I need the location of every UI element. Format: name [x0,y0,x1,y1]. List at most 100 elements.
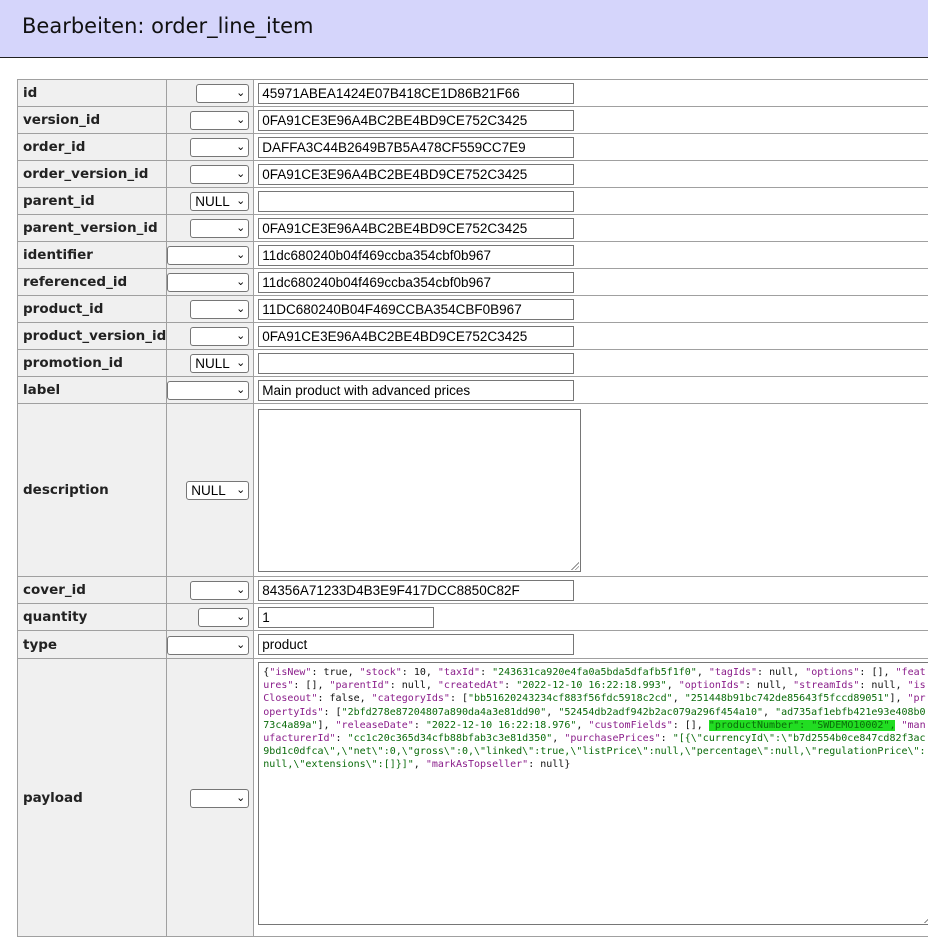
payload-token: : [], [672,719,709,731]
field-name: product_id [18,296,168,323]
field-name: type [18,631,168,659]
payload-token: : [504,680,517,692]
function-select[interactable]: NULL ⌄ [186,481,250,500]
type-input[interactable]: product [258,634,575,655]
promotion-id-input[interactable] [258,352,575,374]
function-select[interactable]: ⌄ [167,273,250,292]
order-version-id-input[interactable]: 0FA91CE3E96A4BC2BE4BD9CE752C3425 [258,163,575,185]
function-select[interactable]: ⌄ [196,84,250,103]
description-textarea[interactable] [258,408,582,572]
field-row-cover-id: cover_id ⌄ 84356A71233D4B3E9F417DCC8850C… [18,577,928,604]
edit-form-table: id ⌄ 45971ABEA1424E07B418CE1D86B21F66 ve… [17,79,928,937]
payload-token: "243631ca920e4fa0a5bda5dfafb5f1f0" [492,667,697,678]
order-id-input[interactable]: DAFFA3C44B2649B7B5A478CF559CC7E9 [258,136,575,158]
quantity-input[interactable]: 1 [258,606,435,628]
field-row-quantity: quantity ⌄ 1 [18,604,928,631]
chevron-down-icon: ⌄ [236,195,246,207]
function-select[interactable]: ⌄ [167,635,250,655]
field-name: referenced_id [18,269,168,296]
chevron-down-icon: ⌄ [236,384,246,396]
payload-token: : null, [389,680,438,692]
payload-token: "251448b91bc742de85643f5fccd89051" [684,693,890,705]
page-header: Bearbeiten: order_line_item [0,0,928,58]
referenced-id-input[interactable]: 11dc680240b04f469ccba354cbf0b967 [258,271,575,293]
payload-token: "releaseDate" [335,719,414,731]
function-select[interactable]: ⌄ [190,788,250,808]
chevron-down-icon: ⌄ [236,249,246,261]
payload-textarea[interactable]: {"isNew": true, "stock": 10, "taxId": "2… [258,662,928,925]
payload-token: "purchasePrices" [564,733,661,745]
field-name: identifier [18,242,168,269]
payload-token: : [480,667,493,678]
function-select[interactable]: ⌄ [190,111,250,130]
function-select[interactable]: ⌄ [190,327,250,346]
field-row-identifier: identifier ⌄ 11dc680240b04f469ccba354cbf… [18,242,928,269]
function-select[interactable]: ⌄ [190,165,250,184]
payload-token: , [696,667,709,678]
payload-token: , [546,706,559,718]
function-select[interactable]: ⌄ [167,381,250,400]
payload-token: : null, [859,680,908,692]
payload-token: , [576,719,589,731]
field-row-description: description NULL ⌄ [18,404,928,577]
label-input[interactable]: Main product with advanced prices [258,379,575,401]
payload-token: : [], [293,680,330,692]
payload-token: : false, [317,693,372,705]
payload-token: "2bfd278e87204807a890da4a3e81dd90" [341,706,547,718]
version-id-input[interactable]: 0FA91CE3E96A4BC2BE4BD9CE752C3425 [258,109,575,131]
function-select[interactable]: ⌄ [190,138,250,157]
field-name: parent_id [18,188,168,215]
payload-token: , [552,733,565,745]
payload-token: : [], [859,667,896,678]
field-name: id [18,80,168,107]
chevron-down-icon: ⌄ [236,791,246,804]
function-select[interactable]: ⌄ [167,246,250,265]
field-row-label: label ⌄ Main product with advanced price… [18,377,928,404]
payload-token: ], [317,719,336,731]
field-name: quantity [18,604,168,631]
function-select[interactable]: ⌄ [190,581,250,600]
parent-id-input[interactable] [258,190,575,212]
payload-token: "bb51620243234cf883f56fdc5918c2cd" [468,693,673,705]
payload-token: : [ [323,706,342,718]
payload-token: "customFields" [588,719,673,731]
payload-token: "parentId" [329,680,390,692]
payload-token: : null} [528,759,571,771]
product-version-id-input[interactable]: 0FA91CE3E96A4BC2BE4BD9CE752C3425 [258,325,575,347]
function-select[interactable]: ⌄ [198,608,250,627]
payload-token: "optionIds" [678,680,745,692]
payload-token: "options" [805,667,860,678]
field-name: label [18,377,168,404]
payload-token: "taxId" [437,667,481,678]
payload-token: , [666,680,679,692]
function-select[interactable]: NULL ⌄ [190,192,250,211]
identifier-input[interactable]: 11dc680240b04f469ccba354cbf0b967 [258,244,575,266]
chevron-down-icon: ⌄ [236,303,246,315]
id-input[interactable]: 45971ABEA1424E07B418CE1D86B21F66 [258,82,575,104]
chevron-down-icon: ⌄ [236,584,246,596]
field-name: payload [18,659,168,937]
field-row-promotion-id: promotion_id NULL ⌄ [18,350,928,377]
field-name: description [18,404,168,577]
payload-token: : true, [311,667,360,678]
payload-token: "2022-12-10 16:22:18.993" [516,680,667,692]
field-row-parent-id: parent_id NULL ⌄ [18,188,928,215]
resize-handle-icon[interactable] [923,914,928,923]
function-select[interactable]: ⌄ [190,219,250,238]
function-select[interactable]: ⌄ [190,300,250,319]
cover-id-input[interactable]: 84356A71233D4B3E9F417DCC8850C82F [258,579,575,601]
chevron-down-icon: ⌄ [236,87,246,99]
parent-version-id-input[interactable]: 0FA91CE3E96A4BC2BE4BD9CE752C3425 [258,217,575,239]
product-id-input[interactable]: 11DC680240B04F469CCBA354CBF0B967 [258,298,575,320]
field-row-product-version-id: product_version_id ⌄ 0FA91CE3E96A4BC2BE4… [18,323,928,350]
chevron-down-icon: ⌄ [236,638,246,651]
chevron-down-icon: ⌄ [236,357,246,369]
field-row-order-version-id: order_version_id ⌄ 0FA91CE3E96A4BC2BE4BD… [18,161,928,188]
field-name: order_id [18,134,168,161]
payload-token: ], [889,693,908,705]
resize-handle-icon[interactable] [570,560,580,570]
field-name: version_id [18,107,168,134]
field-row-payload: payload ⌄ {"isNew": true, "stock": 10, "… [18,659,928,937]
function-select[interactable]: NULL ⌄ [190,354,250,373]
payload-token: : [335,733,348,745]
